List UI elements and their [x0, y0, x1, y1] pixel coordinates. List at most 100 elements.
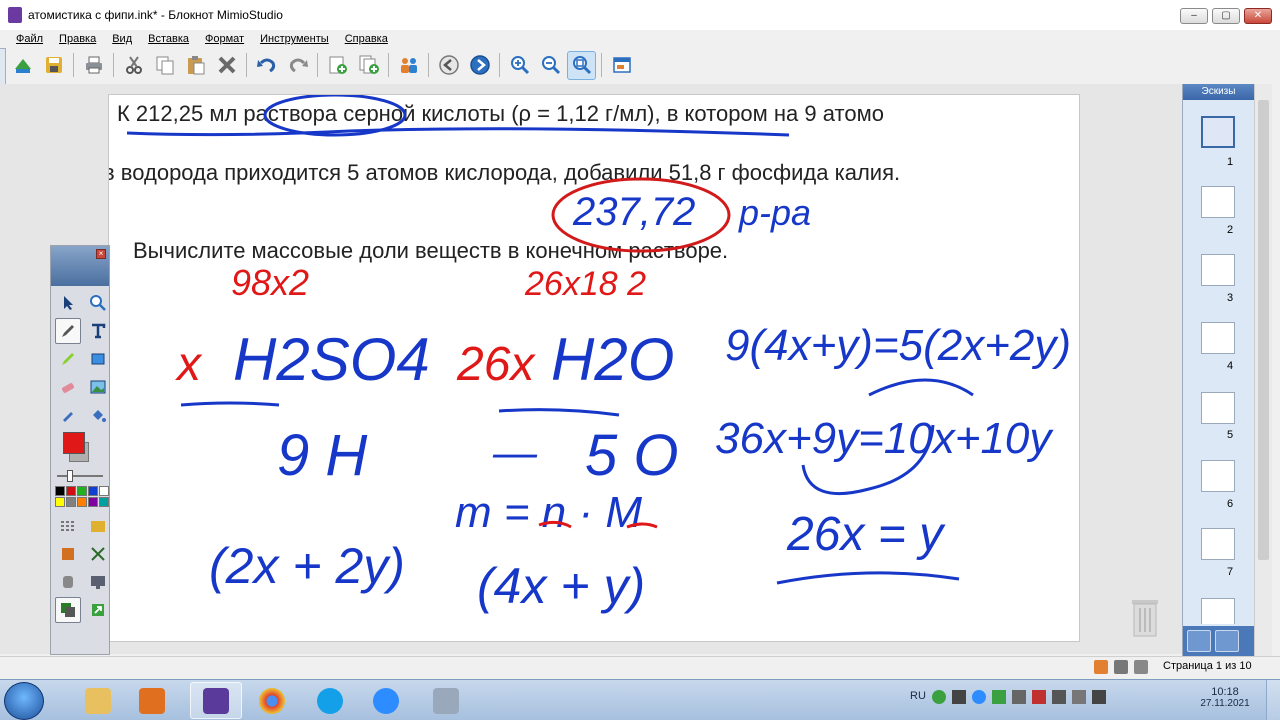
palette-close-button[interactable]: × [96, 249, 106, 259]
spotlight-tool[interactable] [85, 541, 111, 567]
tray-device-icon[interactable] [1051, 690, 1066, 704]
start-button[interactable] [4, 682, 44, 720]
open-button[interactable] [8, 51, 37, 80]
redo-button[interactable] [283, 51, 312, 80]
export-tool[interactable] [85, 597, 111, 623]
fill-tool[interactable] [85, 402, 111, 428]
status-tools-icon[interactable] [1134, 660, 1148, 674]
paste-button[interactable] [181, 51, 210, 80]
tray-app-icon[interactable] [951, 690, 966, 704]
swatch-green[interactable] [77, 486, 87, 496]
vertical-scrollbar[interactable] [1254, 84, 1272, 656]
status-record-icon[interactable] [1094, 660, 1108, 674]
thumbnail-page-4[interactable] [1201, 322, 1235, 354]
reveal-tool[interactable] [55, 541, 81, 567]
maximize-button[interactable]: ▢ [1212, 8, 1240, 24]
zoom-tool[interactable] [85, 290, 111, 316]
gallery-tool[interactable] [85, 513, 111, 539]
duplicate-page-button[interactable] [354, 51, 383, 80]
taskbar-explorer[interactable] [72, 682, 124, 719]
clock[interactable]: 10:18 27.11.2021 [1200, 686, 1250, 709]
taskbar-chrome[interactable] [246, 682, 298, 719]
thumbnails-view-button[interactable] [1187, 630, 1211, 652]
notebook-canvas[interactable]: К 212,25 мл раствора серной кислоты (ρ =… [0, 84, 1182, 654]
trash-icon[interactable] [1130, 596, 1160, 638]
thumbnail-list: 1 2 3 4 5 6 7 [1183, 104, 1255, 624]
tray-flag-icon[interactable] [1031, 690, 1046, 704]
menu-insert[interactable]: Вставка [140, 33, 197, 45]
previous-page-button[interactable] [434, 51, 463, 80]
tray-signal-icon[interactable] [1091, 690, 1106, 704]
taskbar-calculator[interactable] [420, 682, 472, 719]
line-style-tool[interactable] [55, 513, 81, 539]
screen-tool[interactable] [85, 569, 111, 595]
taskbar-skype[interactable] [304, 682, 356, 719]
eraser-tool[interactable] [55, 374, 81, 400]
swatch-white[interactable] [99, 486, 109, 496]
shape-tool[interactable] [85, 346, 111, 372]
menu-file[interactable]: Файл [0, 33, 51, 45]
users-button[interactable] [394, 51, 423, 80]
delete-button[interactable] [212, 51, 241, 80]
pen-tool[interactable] [55, 318, 81, 344]
language-indicator[interactable]: RU [910, 690, 926, 704]
tray-security-icon[interactable] [931, 690, 946, 704]
text-tool[interactable] [85, 318, 111, 344]
tray-zoom-icon[interactable] [971, 690, 986, 704]
zoom-fit-button[interactable] [567, 50, 596, 80]
thumbnail-page-6[interactable] [1201, 460, 1235, 492]
cut-button[interactable] [119, 51, 148, 80]
swatch-yellow[interactable] [55, 497, 65, 507]
save-button[interactable] [39, 51, 68, 80]
swatch-blue[interactable] [88, 486, 98, 496]
print-button[interactable] [79, 51, 108, 80]
thumbnail-page-7[interactable] [1201, 528, 1235, 560]
zoom-out-button[interactable] [536, 51, 565, 80]
thumbnail-page-2[interactable] [1201, 186, 1235, 218]
new-page-button[interactable] [323, 51, 352, 80]
thumbnail-page-3[interactable] [1201, 254, 1235, 286]
undo-button[interactable] [252, 51, 281, 80]
swatch-black[interactable] [55, 486, 65, 496]
swatch-teal[interactable] [99, 497, 109, 507]
dropper-tool[interactable] [55, 402, 81, 428]
recorder-tool[interactable] [55, 569, 81, 595]
copy-button[interactable] [150, 51, 179, 80]
taskbar-zoom[interactable] [360, 682, 412, 719]
thumbnail-page-1[interactable] [1201, 116, 1235, 148]
thumbnail-page-5[interactable] [1201, 392, 1235, 424]
tray-network-icon[interactable] [1071, 690, 1086, 704]
taskbar-mimio-studio[interactable] [190, 682, 242, 719]
gallery-view-button[interactable] [1215, 630, 1239, 652]
next-page-button[interactable] [465, 51, 494, 80]
notebook-page[interactable]: К 212,25 мл раствора серной кислоты (ρ =… [108, 94, 1080, 642]
thumbnail-page-8[interactable] [1201, 598, 1235, 624]
highlighter-tool[interactable] [55, 346, 81, 372]
capture-tool[interactable] [55, 597, 81, 623]
menu-help[interactable]: Справка [337, 33, 396, 45]
palette-header[interactable]: × [51, 246, 109, 286]
image-tool[interactable] [85, 374, 111, 400]
slider-thumb[interactable] [67, 470, 73, 482]
fit-page-button[interactable] [607, 51, 636, 80]
status-pen-icon[interactable] [1114, 660, 1128, 674]
menu-tools[interactable]: Инструменты [252, 33, 337, 45]
scrollbar-thumb[interactable] [1258, 100, 1269, 560]
tray-volume-icon[interactable] [1011, 690, 1026, 704]
swatch-purple[interactable] [88, 497, 98, 507]
swatch-red[interactable] [66, 486, 76, 496]
select-tool[interactable] [55, 290, 81, 316]
thickness-slider[interactable] [51, 468, 109, 484]
swatch-orange[interactable] [77, 497, 87, 507]
swatch-gray[interactable] [66, 497, 76, 507]
zoom-in-button[interactable] [505, 51, 534, 80]
minimize-button[interactable]: – [1180, 8, 1208, 24]
menu-view[interactable]: Вид [104, 33, 140, 45]
menu-format[interactable]: Формат [197, 33, 252, 45]
taskbar-media-player[interactable] [126, 682, 178, 719]
show-desktop-button[interactable] [1266, 680, 1280, 720]
tray-check-icon[interactable] [991, 690, 1006, 704]
current-color-swatch[interactable] [63, 432, 85, 454]
close-button[interactable]: ✕ [1244, 8, 1272, 24]
menu-edit[interactable]: Правка [51, 33, 104, 45]
